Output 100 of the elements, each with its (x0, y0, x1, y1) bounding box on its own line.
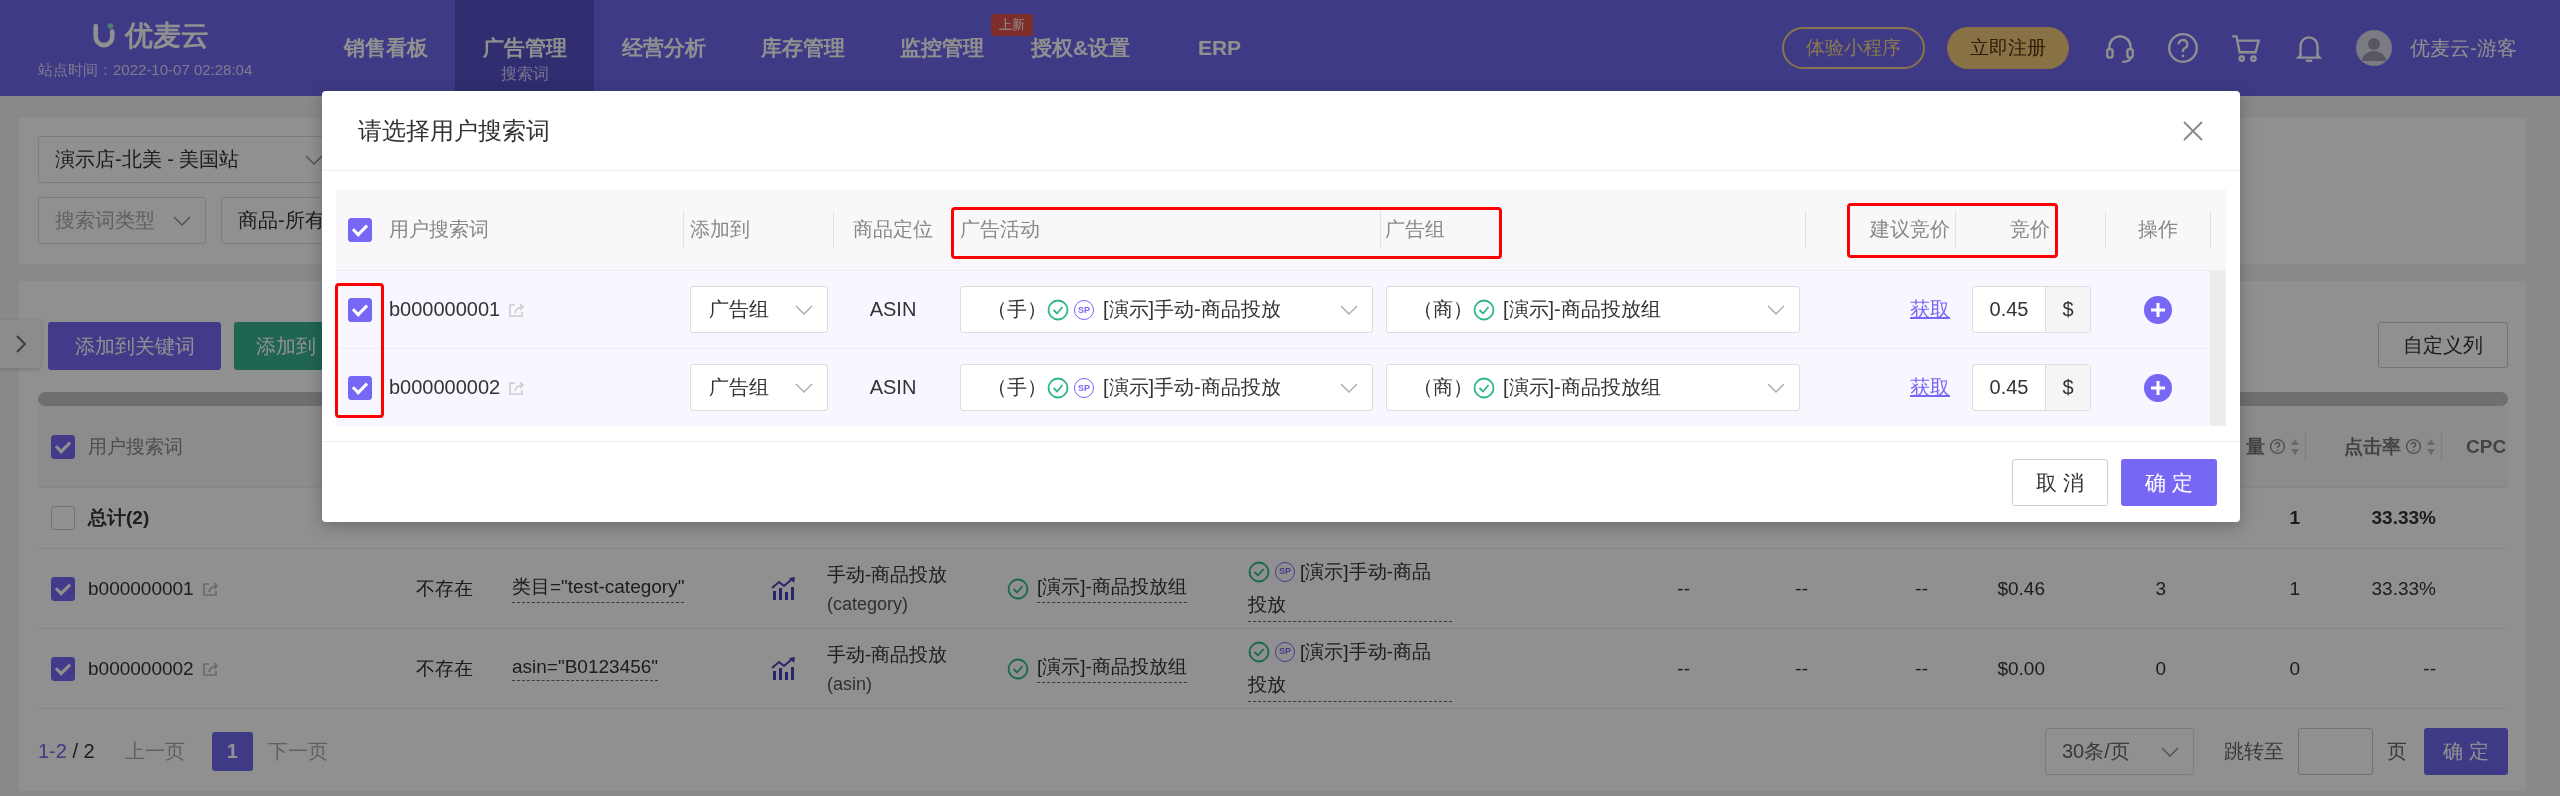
check-circle-icon (1248, 640, 1270, 663)
action-button[interactable]: 添加到关键词 (48, 322, 221, 370)
logo-icon (93, 21, 115, 50)
checkbox[interactable] (51, 434, 75, 459)
column-header: 点击率 (2344, 434, 2401, 459)
ad-group-link[interactable]: [演示]-商品投放组 (1037, 574, 1187, 603)
table-cell: -- (1795, 657, 1808, 680)
help-icon[interactable] (2269, 438, 2286, 455)
search-term: b000000001 (389, 298, 501, 321)
add-icon[interactable] (2143, 295, 2172, 324)
targeting-type: ASIN (869, 376, 917, 399)
column-header: 竞价 (2010, 217, 2050, 242)
table-cell: 1 (2289, 577, 2300, 600)
logo-text: 优麦云 (125, 18, 209, 53)
ad-group-name: [演示]-商品投放组 (1503, 375, 1661, 400)
checkbox[interactable] (51, 656, 75, 681)
dialog-title: 请选择用户搜索词 (358, 115, 550, 146)
help-icon[interactable] (2166, 31, 2201, 65)
table-cell: 3 (2155, 577, 2166, 600)
ad-group-link[interactable]: [演示]-商品投放组 (1037, 654, 1187, 683)
ad-group-prefix: （商） (1413, 375, 1473, 400)
checkbox[interactable] (51, 576, 75, 601)
ad-group-select[interactable]: （商） [演示]-商品投放组 (1386, 364, 1800, 411)
ad-group-select[interactable]: （商） [演示]-商品投放组 (1386, 286, 1800, 333)
page-number[interactable]: 1 (211, 732, 253, 771)
share-icon[interactable] (201, 660, 220, 677)
table-cell: -- (1915, 657, 1928, 680)
chevron-down-icon (1767, 382, 1785, 393)
table-cell: $0.00 (1997, 657, 2045, 680)
column-header: 用户搜索词 (389, 217, 489, 242)
ad-type-detail: (asin) (827, 674, 872, 695)
close-icon[interactable] (2181, 118, 2205, 143)
fetch-bid-link[interactable]: 获取 (1910, 374, 1950, 401)
chevron-right-icon (15, 335, 26, 353)
table-cell: $0.46 (1997, 577, 2045, 600)
sort-icon[interactable] (2290, 437, 2300, 456)
sort-icon[interactable] (2426, 437, 2436, 456)
go-button[interactable]: 确 定 (2424, 728, 2508, 775)
share-icon[interactable] (201, 580, 220, 597)
new-badge: 上新 (991, 14, 1033, 36)
checkbox[interactable] (51, 506, 75, 530)
page-size-select[interactable]: 30条/页 (2045, 728, 2194, 775)
column-header: 商品定位 (853, 217, 933, 242)
campaign-select[interactable]: （手） SP [演示]手动-商品投放 (960, 286, 1373, 333)
column-header: 用户搜索词 (88, 434, 183, 459)
status-text: 不存在 (416, 576, 473, 601)
ad-group-name: [演示]-商品投放组 (1503, 297, 1661, 322)
add-to-select[interactable]: 广告组 (690, 364, 828, 411)
campaign-select[interactable]: （手） SP [演示]手动-商品投放 (960, 364, 1373, 411)
search-term: b000000002 (88, 657, 194, 680)
table-cell: 0 (2289, 657, 2300, 680)
bid-input[interactable]: 0.45 $ (1972, 286, 2091, 333)
ad-type-detail: (category) (827, 594, 909, 615)
column-header: 广告组 (1385, 217, 1445, 242)
table-cell: -- (1915, 577, 1928, 600)
table-cell: -- (1795, 577, 1808, 600)
campaign-name: [演示]手动-商品投放 (1103, 375, 1281, 400)
bar-chart-icon[interactable] (771, 656, 797, 681)
checkbox[interactable] (348, 297, 372, 322)
campaign-link[interactable]: [演示]手动-商品 (1300, 635, 1431, 668)
fetch-bid-link[interactable]: 获取 (1910, 296, 1950, 323)
check-circle-icon (1047, 298, 1069, 321)
nav-button[interactable]: 立即注册 (1947, 27, 2070, 69)
add-to-select[interactable]: 广告组 (690, 286, 828, 333)
targeting-type: ASIN (869, 298, 917, 321)
page-unit: 页 (2387, 739, 2407, 764)
checkbox[interactable] (348, 375, 372, 400)
table-cell: 1 (2289, 507, 2300, 529)
campaign-link[interactable]: [演示]手动-商品 (1300, 555, 1431, 588)
dialog-button[interactable]: 确 定 (2121, 459, 2217, 506)
page-input[interactable] (2298, 728, 2373, 775)
checkbox[interactable] (348, 217, 372, 242)
check-circle-icon (1007, 577, 1029, 600)
column-header: 广告活动 (960, 217, 1040, 242)
help-icon[interactable] (2405, 438, 2422, 455)
campaign-prefix: （手） (987, 297, 1047, 322)
table-cell: -- (2423, 657, 2436, 680)
user-avatar[interactable] (2356, 30, 2393, 66)
check-circle-icon (1248, 560, 1270, 583)
search-term: b000000002 (389, 376, 501, 399)
column-header: 操作 (2137, 217, 2178, 242)
table-cell: 33.33% (2371, 577, 2436, 600)
chevron-down-icon (305, 154, 323, 165)
expand-handle[interactable] (0, 320, 41, 368)
campaign-link[interactable]: 投放 (1248, 588, 1452, 622)
user-name[interactable]: 优麦云-游客 (2410, 34, 2517, 62)
targeting-link[interactable]: asin="B0123456" (512, 656, 659, 681)
bar-chart-icon[interactable] (771, 576, 797, 601)
chevron-down-icon (2161, 746, 2179, 757)
chevron-down-icon (1340, 382, 1358, 393)
bid-input[interactable]: 0.45 $ (1972, 364, 2091, 411)
table-cell: -- (1677, 657, 1690, 680)
dialog-button[interactable]: 取 消 (2012, 459, 2108, 506)
add-icon[interactable] (2143, 373, 2172, 402)
nav-button[interactable]: 体验小程序 (1782, 27, 1926, 69)
custom-columns-button[interactable]: 自定义列 (2378, 322, 2508, 368)
campaign-link[interactable]: 投放 (1248, 668, 1452, 702)
chevron-down-icon (1340, 304, 1358, 315)
targeting-link[interactable]: 类目="test-category" (512, 574, 685, 603)
chevron-down-icon (795, 304, 813, 315)
